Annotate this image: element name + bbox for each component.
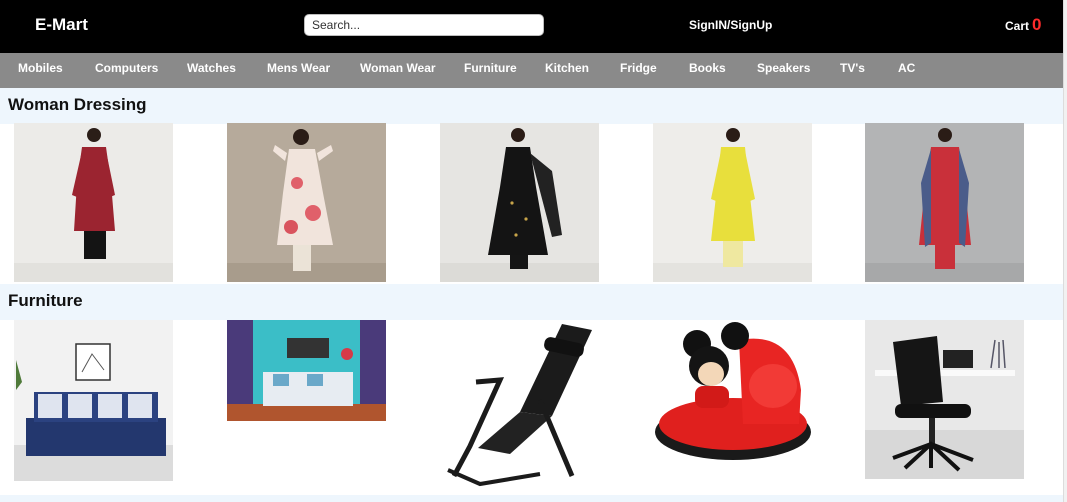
dress-image bbox=[14, 123, 173, 282]
section-header-woman-dressing: Woman Dressing bbox=[0, 88, 1063, 124]
product-image-dress[interactable] bbox=[865, 123, 1024, 282]
nav-item-woman-wear[interactable]: Woman Wear bbox=[360, 61, 436, 75]
brand-logo[interactable]: E-Mart bbox=[35, 15, 88, 35]
cart-label: Cart bbox=[1005, 19, 1030, 33]
nav-item-tvs[interactable]: TV's bbox=[840, 61, 865, 75]
product-image-sofa[interactable] bbox=[14, 320, 173, 481]
category-nav: Mobiles Computers Watches Mens Wear Woma… bbox=[0, 53, 1063, 88]
cart-count: 0 bbox=[1032, 15, 1042, 34]
kids-chair-image bbox=[653, 320, 812, 461]
cart-button[interactable]: Cart 0 bbox=[1005, 15, 1041, 35]
product-image-office-chair[interactable] bbox=[865, 320, 1024, 479]
nav-item-computers[interactable]: Computers bbox=[95, 61, 158, 75]
product-image-kids-chair[interactable] bbox=[653, 320, 812, 461]
section-title: Furniture bbox=[8, 291, 83, 310]
dress-image bbox=[440, 123, 599, 282]
office-chair-image bbox=[865, 320, 1024, 479]
sofa-bed-image bbox=[227, 320, 386, 421]
nav-item-mens-wear[interactable]: Mens Wear bbox=[267, 61, 330, 75]
nav-item-watches[interactable]: Watches bbox=[187, 61, 236, 75]
dress-image bbox=[227, 123, 386, 282]
page: E-Mart SignIN/SignUp Cart0 Mobiles Compu… bbox=[0, 0, 1067, 502]
nav-item-furniture[interactable]: Furniture bbox=[464, 61, 517, 75]
nav-item-fridge[interactable]: Fridge bbox=[620, 61, 657, 75]
top-header: E-Mart SignIN/SignUp Cart0 bbox=[0, 0, 1063, 53]
nav-item-mobiles[interactable]: Mobiles bbox=[18, 61, 63, 75]
section-title: Woman Dressing bbox=[8, 95, 147, 114]
product-image-dress[interactable] bbox=[440, 123, 599, 282]
dress-image bbox=[865, 123, 1024, 282]
bottom-section-band bbox=[0, 495, 1063, 502]
nav-item-ac[interactable]: AC bbox=[898, 61, 915, 75]
search-box[interactable] bbox=[304, 14, 544, 36]
nav-item-kitchen[interactable]: Kitchen bbox=[545, 61, 589, 75]
nav-item-speakers[interactable]: Speakers bbox=[757, 61, 810, 75]
product-image-sofa-bed[interactable] bbox=[227, 320, 386, 421]
search-input[interactable] bbox=[305, 15, 543, 35]
lounge-chair-image bbox=[440, 320, 599, 492]
nav-item-books[interactable]: Books bbox=[689, 61, 726, 75]
product-image-dress[interactable] bbox=[653, 123, 812, 282]
dress-image bbox=[653, 123, 812, 282]
product-image-dress[interactable] bbox=[227, 123, 386, 282]
section-header-furniture: Furniture bbox=[0, 284, 1063, 320]
signin-signup-link[interactable]: SignIN/SignUp bbox=[689, 18, 772, 32]
product-image-dress[interactable] bbox=[14, 123, 173, 282]
sofa-image bbox=[14, 320, 173, 481]
vertical-scrollbar[interactable] bbox=[1063, 0, 1067, 502]
product-image-lounge-chair[interactable] bbox=[440, 320, 599, 492]
